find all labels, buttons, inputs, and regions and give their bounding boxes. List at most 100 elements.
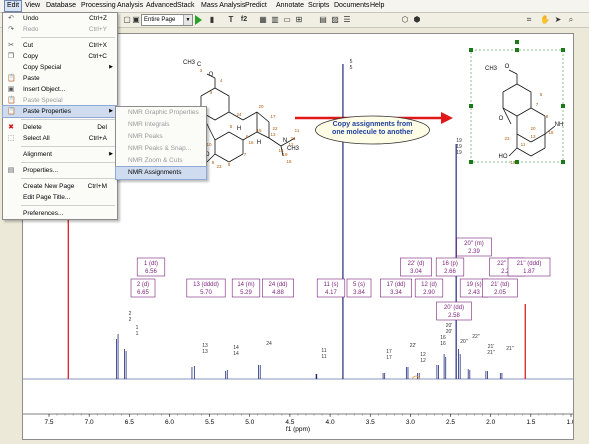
peak-label[interactable]: 2 (d) 6.65 [130, 278, 156, 298]
menu-item-create-new-page[interactable]: Create New Page Ctrl+M [3, 181, 117, 192]
peak-number: 22' [410, 343, 417, 349]
menu-separator [21, 37, 115, 38]
submenu-item-nmr-graphic-properties[interactable]: NMR Graphic Properties [116, 107, 206, 119]
fit-icon[interactable]: ⊞ [294, 15, 304, 25]
menu-item-paste[interactable]: 📋 Paste [3, 73, 117, 84]
menu-item-cut[interactable]: ✂ Cut Ctrl+X [3, 40, 117, 51]
peak-label[interactable]: 24 (dd) 4.88 [262, 278, 294, 298]
menu-mass-analysis[interactable]: Mass Analysis [199, 1, 247, 11]
peak-label[interactable]: 22' (d) 3.04 [400, 257, 432, 277]
menu-view[interactable]: View [23, 1, 42, 11]
peak-label-mult: 1 (dt) [144, 261, 158, 267]
menu-item-copy-special[interactable]: Copy Special ▶ [3, 62, 117, 73]
submenu-item-nmr-peaks[interactable]: NMR Peaks [116, 131, 206, 143]
menu-item-redo[interactable]: ↷ Redo Ctrl+Y [3, 24, 117, 35]
submenu-item-nmr-assignments[interactable]: NMR Assignments [115, 166, 207, 180]
peak-label-shift: 5.29 [240, 290, 252, 296]
text-tool-icon[interactable]: T [226, 15, 236, 25]
chart-icon[interactable]: ▨ [330, 15, 340, 25]
zoom-icon[interactable]: ⌕ [566, 15, 576, 25]
peak-number: 11 [321, 354, 326, 360]
submenu-item-nmr-peaks-snap[interactable]: NMR Peaks & Snap... [116, 143, 206, 155]
peak-label[interactable]: 20' (dd) 2.58 [436, 301, 472, 321]
menu-item-preferences[interactable]: Preferences... [3, 208, 117, 219]
menu-item-insert-object[interactable]: ▣ Insert Object... [3, 84, 117, 95]
menu-item-delete[interactable]: ✖ Delete Del [3, 122, 117, 133]
menu-item-edit-page-title[interactable]: Edit Page Title... [3, 192, 117, 203]
submenu-arrow-icon: ▶ [109, 108, 113, 114]
menu-edit[interactable]: Edit [4, 0, 23, 12]
peak-label[interactable]: 1 (dt) 6.56 [136, 257, 166, 277]
peak-number: 5 [350, 65, 353, 71]
run-icon[interactable] [195, 15, 202, 25]
menu-processing[interactable]: Processing [79, 1, 118, 11]
menu-item-undo[interactable]: ↶ Undo Ctrl+Z [3, 13, 117, 24]
menu-item-label: Insert Object... [23, 86, 66, 93]
pointer-icon[interactable]: ➤ [553, 15, 563, 25]
peak-label[interactable]: 12 (d) 2.90 [414, 278, 444, 298]
zoom-select-value: Entire Page [144, 17, 176, 23]
ring-icon[interactable]: ⬢ [412, 15, 422, 25]
submenu-item-nmr-zoom-cuts[interactable]: NMR Zoom & Cuts [116, 155, 206, 167]
menu-item-copy[interactable]: ❐ Copy Ctrl+C [3, 51, 117, 62]
chevron-down-icon: ▼ [183, 15, 192, 25]
atom-label: 23 [504, 136, 510, 141]
menu-item-properties[interactable]: ▤ Properties... [3, 165, 117, 176]
peak-label[interactable]: 11 (s) 4.17 [316, 278, 346, 298]
window-icon[interactable]: ▭ [282, 15, 292, 25]
menu-analysis[interactable]: Analysis [115, 1, 145, 11]
crop-icon[interactable]: ⌗ [524, 15, 534, 25]
peak-label[interactable]: 13 (dddd) 5.70 [186, 278, 226, 298]
grid-icon[interactable]: ▥ [270, 15, 280, 25]
atom-label: 20 [530, 126, 536, 131]
atom-label: 18 [286, 159, 292, 164]
list-icon[interactable]: ☰ [342, 15, 352, 25]
menu-advanced[interactable]: Advanced [144, 1, 179, 11]
peak-label[interactable]: 14 (m) 5.29 [231, 278, 261, 298]
menu-item-paste-special[interactable]: 📋 Paste Special [3, 95, 117, 106]
menu-item-select-all[interactable]: ⬚ Select All Ctrl+A [3, 133, 117, 144]
x-tick-label: 5.5 [205, 419, 214, 426]
atom-label: 4 [220, 78, 223, 83]
stop-icon[interactable]: ▮ [207, 15, 217, 25]
hand-icon[interactable]: ✋ [540, 15, 550, 25]
atom-label: CH3 [287, 146, 300, 152]
callout-line-2: one molecule to another [332, 129, 413, 136]
menu-documents[interactable]: Documents [332, 1, 371, 11]
peak-label[interactable]: 21' (td) 2.05 [482, 278, 518, 298]
menu-separator [21, 146, 115, 147]
peak-label[interactable]: 5 (s) 3.84 [346, 278, 372, 298]
menu-database[interactable]: Database [44, 1, 78, 11]
molecule-icon[interactable]: ⬡ [400, 15, 410, 25]
atom-label: 3 [200, 68, 203, 73]
peak-label-mult: 21' (td) [491, 282, 510, 288]
menu-item-label: Undo [23, 15, 39, 22]
zoom-in-icon[interactable]: ▣ [131, 15, 141, 25]
atom-label: H [237, 126, 241, 132]
peak-label-mult: 12 (d) [421, 282, 437, 288]
menu-item-paste-properties[interactable]: 📋 Paste Properties ▶ [2, 105, 118, 118]
zoom-select[interactable]: Entire Page ▼ [141, 14, 193, 26]
peak-labels: 1 (dt) 6.56 2 (d) 6.65 13 (dddd) 5.70 14 (m) 5.… [130, 237, 551, 321]
menu-predict[interactable]: Predict [243, 1, 269, 11]
callout-bubble[interactable]: Copy assignments from one molecule to an… [314, 115, 431, 145]
peak-label[interactable]: 17 (dd) 3.34 [380, 278, 412, 298]
menu-scripts[interactable]: Scripts [306, 1, 331, 11]
table-icon[interactable]: ▤ [318, 15, 328, 25]
molecule-right[interactable] [502, 69, 556, 157]
menu-item-label: Select All [23, 135, 50, 142]
menu-annotate[interactable]: Annotate [274, 1, 306, 11]
menu-item-alignment[interactable]: Alignment ▶ [3, 149, 117, 160]
menu-stack[interactable]: Stack [175, 1, 197, 11]
peak-label[interactable]: 16 (p) 2.66 [435, 257, 465, 277]
peak-label-shift: 1.87 [523, 269, 535, 275]
submenu-item-nmr-integrals[interactable]: NMR Integrals [116, 119, 206, 131]
layout-icon[interactable]: ▦ [258, 15, 268, 25]
menu-help[interactable]: Help [368, 1, 386, 11]
atom-label: 13 [270, 132, 276, 137]
f2-button[interactable]: f2 [238, 15, 250, 25]
menu-item-shortcut: Ctrl+Z [89, 15, 107, 22]
peak-label[interactable]: 21'' (ddd) 1.87 [507, 257, 551, 277]
peak-label[interactable]: 20'' (m) 2.39 [456, 237, 492, 257]
edit-menu: ↶ Undo Ctrl+Z ↷ Redo Ctrl+Y ✂ Cut Ctrl+X ❐ Copy Ctr… [2, 12, 118, 220]
